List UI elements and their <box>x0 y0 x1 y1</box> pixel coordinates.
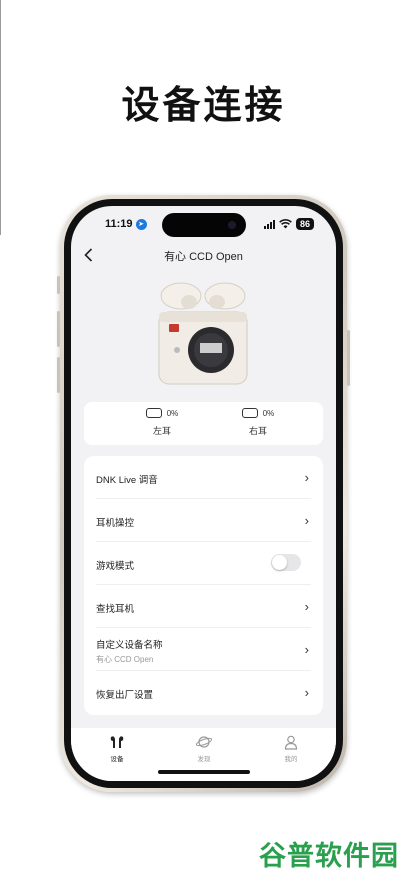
tab-label: 设备 <box>110 756 124 763</box>
chevron-right-icon: › <box>304 642 309 657</box>
right-earbud-battery-icon <box>241 408 258 418</box>
tab-label: 我的 <box>284 756 298 763</box>
status-bar: 11:19 ➤ 86 <box>71 206 336 242</box>
nav-bar: 有心 CCD Open <box>71 242 336 270</box>
camera-dot <box>228 221 236 229</box>
phone-volume-down-button <box>57 357 60 393</box>
battery-icon: 86 <box>295 218 314 230</box>
settings-item-label: 查找耳机 <box>96 604 135 615</box>
earbud-battery-card: 0% 左耳 0% 右耳 <box>84 402 323 445</box>
phone-power-button <box>347 330 350 386</box>
product-hero <box>71 272 336 400</box>
status-time-text: 11:19 <box>105 218 133 230</box>
right-earbud-label: 右耳 <box>248 426 267 436</box>
settings-item-find-earbuds[interactable]: 查找耳机 › <box>84 585 323 628</box>
chevron-right-icon: › <box>304 470 309 485</box>
left-earbud-battery-icon <box>145 408 162 418</box>
left-earbud-status: 0% 左耳 <box>132 408 192 437</box>
promo-headline: 设备连接 <box>121 83 286 127</box>
settings-list: DNK Live 调音 › 耳机操控 › 游戏模式 查找耳机 › 自定义设备名称… <box>84 456 323 715</box>
home-indicator <box>158 770 250 774</box>
settings-item-label: 恢复出厂设置 <box>96 690 154 701</box>
right-earbud-battery: 0% <box>262 408 275 418</box>
tab-devices[interactable]: 设备 <box>87 734 147 763</box>
tab-label: 发现 <box>197 756 211 763</box>
settings-item-game-mode: 游戏模式 <box>84 542 323 585</box>
signal-icon <box>263 219 275 229</box>
status-indicators: 86 <box>263 218 314 230</box>
settings-item-factory-reset[interactable]: 恢复出厂设置 › <box>84 671 323 714</box>
page-title: 有心 CCD Open <box>164 251 243 263</box>
chevron-right-icon: › <box>304 685 309 700</box>
phone-screen: 11:19 ➤ 86 有心 CCD Open 0% 左耳 0% 右耳 DNK L… <box>71 206 336 781</box>
planet-icon <box>174 734 234 750</box>
chevron-right-icon: › <box>304 599 309 614</box>
settings-item-earbud-controls[interactable]: 耳机操控 › <box>84 499 323 542</box>
right-earbud-status: 0% 右耳 <box>228 408 288 437</box>
left-earbud-battery: 0% <box>166 408 179 418</box>
watermark-logo: 谷普软件园 <box>259 841 399 872</box>
settings-item-dnk-live[interactable]: DNK Live 调音 › <box>84 456 323 499</box>
settings-item-device-name[interactable]: 自定义设备名称 有心 CCD Open › <box>84 628 323 671</box>
settings-item-label: 自定义设备名称 <box>96 640 163 651</box>
phone-side-button <box>57 276 60 294</box>
earbuds-icon <box>87 734 147 750</box>
settings-item-label: 耳机操控 <box>96 518 135 529</box>
earbuds-case-image <box>158 282 248 385</box>
settings-item-label: 游戏模式 <box>96 561 135 572</box>
settings-item-label: DNK Live 调音 <box>96 475 158 486</box>
chevron-right-icon: › <box>304 513 309 528</box>
left-earbud-label: 左耳 <box>152 426 171 436</box>
tab-discover[interactable]: 发现 <box>174 734 234 763</box>
game-mode-toggle[interactable] <box>271 554 301 571</box>
wifi-icon <box>279 219 292 229</box>
tab-me[interactable]: 我的 <box>261 734 321 763</box>
dynamic-island <box>162 213 246 237</box>
toggle-knob <box>272 555 287 570</box>
battery-level: 86 <box>299 219 310 229</box>
phone-volume-up-button <box>57 311 60 347</box>
device-name-value: 有心 CCD Open <box>96 655 154 664</box>
person-icon <box>261 734 321 750</box>
status-time: 11:19 ➤ <box>105 218 147 230</box>
location-arrow-icon: ➤ <box>135 218 147 230</box>
